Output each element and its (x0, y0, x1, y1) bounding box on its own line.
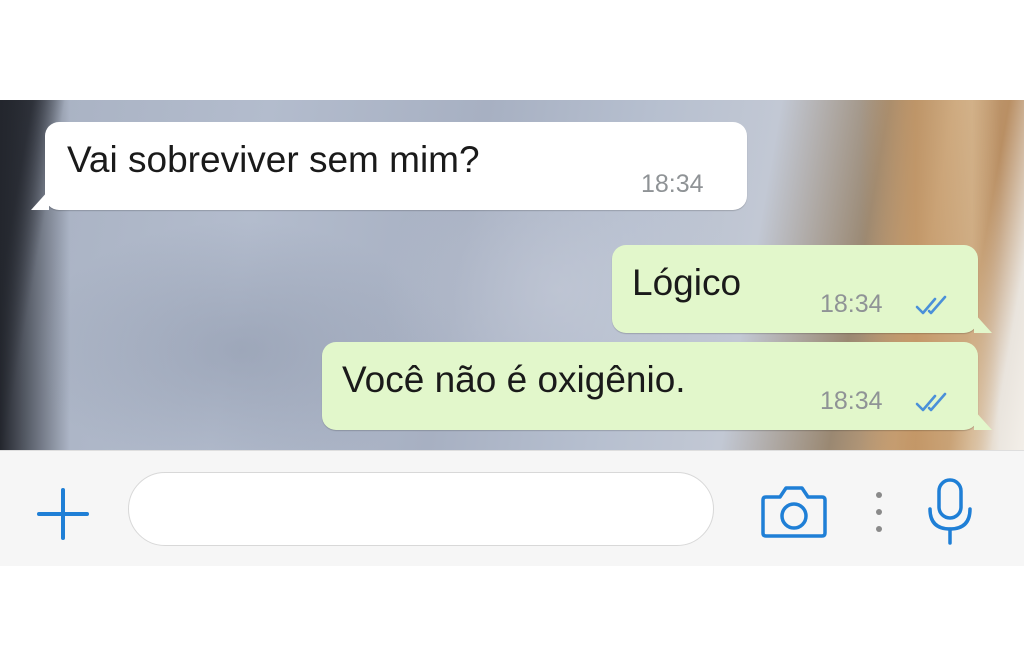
message-outgoing[interactable]: Lógico 18:34 (612, 245, 992, 333)
message-time: 18:34 (820, 290, 883, 318)
message-text: Você não é oxigênio. (342, 359, 686, 400)
message-time: 18:34 (641, 170, 704, 198)
message-input-bar (0, 450, 1024, 566)
plus-icon[interactable] (36, 487, 90, 541)
more-dots-icon (876, 492, 882, 532)
message-text: Vai sobreviver sem mim? (67, 139, 480, 180)
camera-icon[interactable] (760, 483, 828, 539)
message-input[interactable] (128, 472, 714, 546)
read-receipt-icon (915, 295, 947, 315)
message-time: 18:34 (820, 387, 883, 415)
message-outgoing[interactable]: Você não é oxigênio. 18:34 (322, 342, 992, 430)
read-receipt-icon (915, 392, 947, 412)
chat-wallpaper: Vai sobreviver sem mim? 18:34 Lógico 18:… (0, 100, 1024, 450)
chat-screen: Vai sobreviver sem mim? 18:34 Lógico 18:… (0, 0, 1024, 660)
microphone-icon[interactable] (924, 477, 976, 547)
message-incoming[interactable]: Vai sobreviver sem mim? 18:34 (31, 122, 747, 210)
message-text: Lógico (632, 262, 742, 303)
